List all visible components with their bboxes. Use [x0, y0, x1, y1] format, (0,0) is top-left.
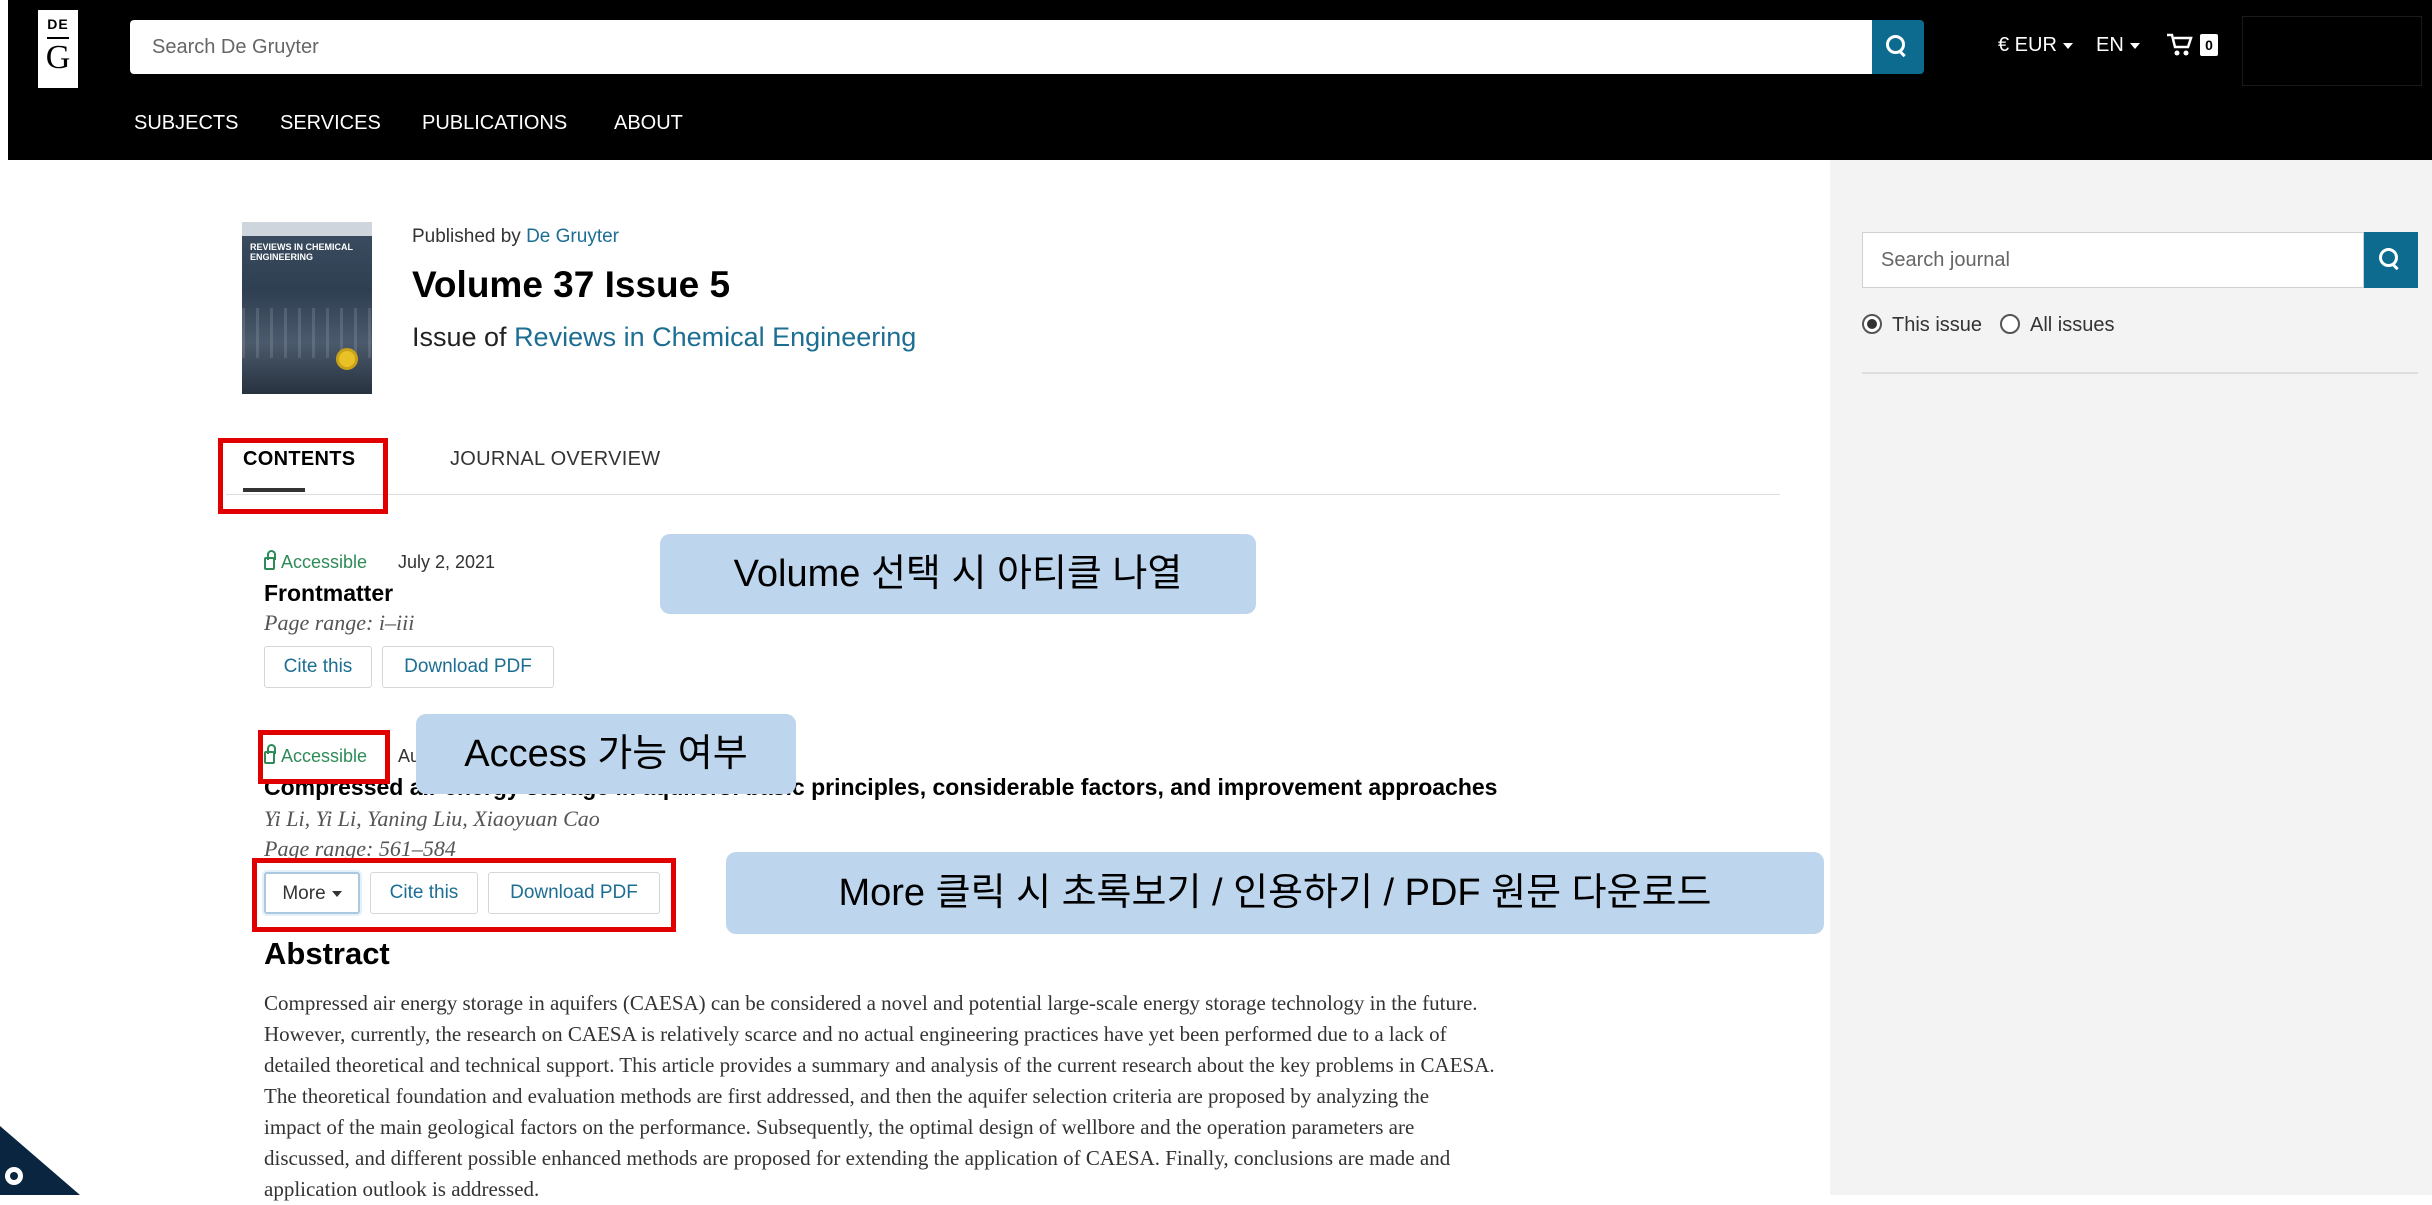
publisher-link[interactable]: De Gruyter	[526, 226, 619, 247]
journal-search-button[interactable]	[2364, 232, 2418, 288]
issue-of: Issue of Reviews in Chemical Engineering	[412, 322, 917, 352]
unlock-icon	[264, 550, 276, 570]
language-selector[interactable]: EN	[2096, 34, 2140, 57]
page-title: Volume 37 Issue 5	[412, 264, 731, 305]
nav-services[interactable]: SERVICES	[280, 112, 381, 135]
published-by: Published by De Gruyter	[412, 226, 619, 247]
site-search-button[interactable]	[1872, 20, 1924, 74]
de-gruyter-logo[interactable]: DE G	[38, 10, 78, 88]
search-icon	[1886, 35, 1906, 55]
currency-selector[interactable]: € EUR	[1998, 34, 2073, 57]
caret-down-icon	[2062, 42, 2073, 49]
search-icon	[2379, 248, 2399, 268]
cookie-settings-icon[interactable]	[0, 1126, 80, 1195]
divider	[226, 494, 1780, 495]
download-pdf-button[interactable]: Download PDF	[382, 646, 554, 688]
article-date: July 2, 2021	[398, 552, 496, 572]
article-authors: Yi Li, Yi Li, Yaning Liu, Xiaoyuan Cao	[264, 806, 600, 831]
cart-button[interactable]: 0	[2166, 30, 2226, 60]
site-header: DE G € EUR EN 0 SUBJECTS SERVICES PUBLIC…	[8, 0, 2432, 160]
journal-search-input[interactable]	[1862, 232, 2364, 288]
journal-link[interactable]: Reviews in Chemical Engineering	[514, 322, 916, 352]
highlight-article-buttons	[252, 858, 676, 932]
cart-count-badge: 0	[2200, 34, 2218, 56]
divider	[1862, 372, 2418, 374]
cart-icon	[2167, 33, 2193, 56]
annotation-access-note: Access 가능 여부	[416, 714, 796, 794]
account-area[interactable]	[2242, 16, 2422, 86]
annotation-volume-note: Volume 선택 시 아티클 나열	[660, 534, 1256, 614]
highlight-access-badge	[258, 730, 390, 784]
nav-subjects[interactable]: SUBJECTS	[134, 112, 238, 135]
nav-publications[interactable]: PUBLICATIONS	[422, 112, 567, 135]
site-search-input[interactable]	[130, 20, 1872, 74]
tab-journal-overview[interactable]: JOURNAL OVERVIEW	[450, 448, 660, 471]
radio-all-issues[interactable]: All issues	[2000, 313, 2114, 337]
caret-down-icon	[2129, 42, 2140, 49]
annotation-more-note: More 클릭 시 초록보기 / 인용하기 / PDF 원문 다운로드	[726, 852, 1824, 934]
journal-cover-image[interactable]: REVIEWS IN CHEMICAL ENGINEERING	[242, 222, 372, 394]
nav-about[interactable]: ABOUT	[614, 112, 683, 135]
abstract-heading: Abstract	[264, 936, 390, 971]
abstract-text: Compressed air energy storage in aquifer…	[264, 991, 1495, 1201]
sidebar: This issue All issues	[1830, 160, 2432, 1195]
cite-this-button[interactable]: Cite this	[264, 646, 372, 688]
radio-this-issue[interactable]: This issue	[1862, 313, 1982, 337]
article-title[interactable]: Frontmatter	[264, 580, 393, 607]
radio-unselected-icon	[2000, 313, 2020, 334]
radio-selected-icon	[1862, 313, 1882, 334]
access-badge: Accessible	[264, 550, 367, 573]
page-range: Page range: i–iii	[264, 610, 415, 635]
highlight-contents-tab	[218, 438, 388, 514]
